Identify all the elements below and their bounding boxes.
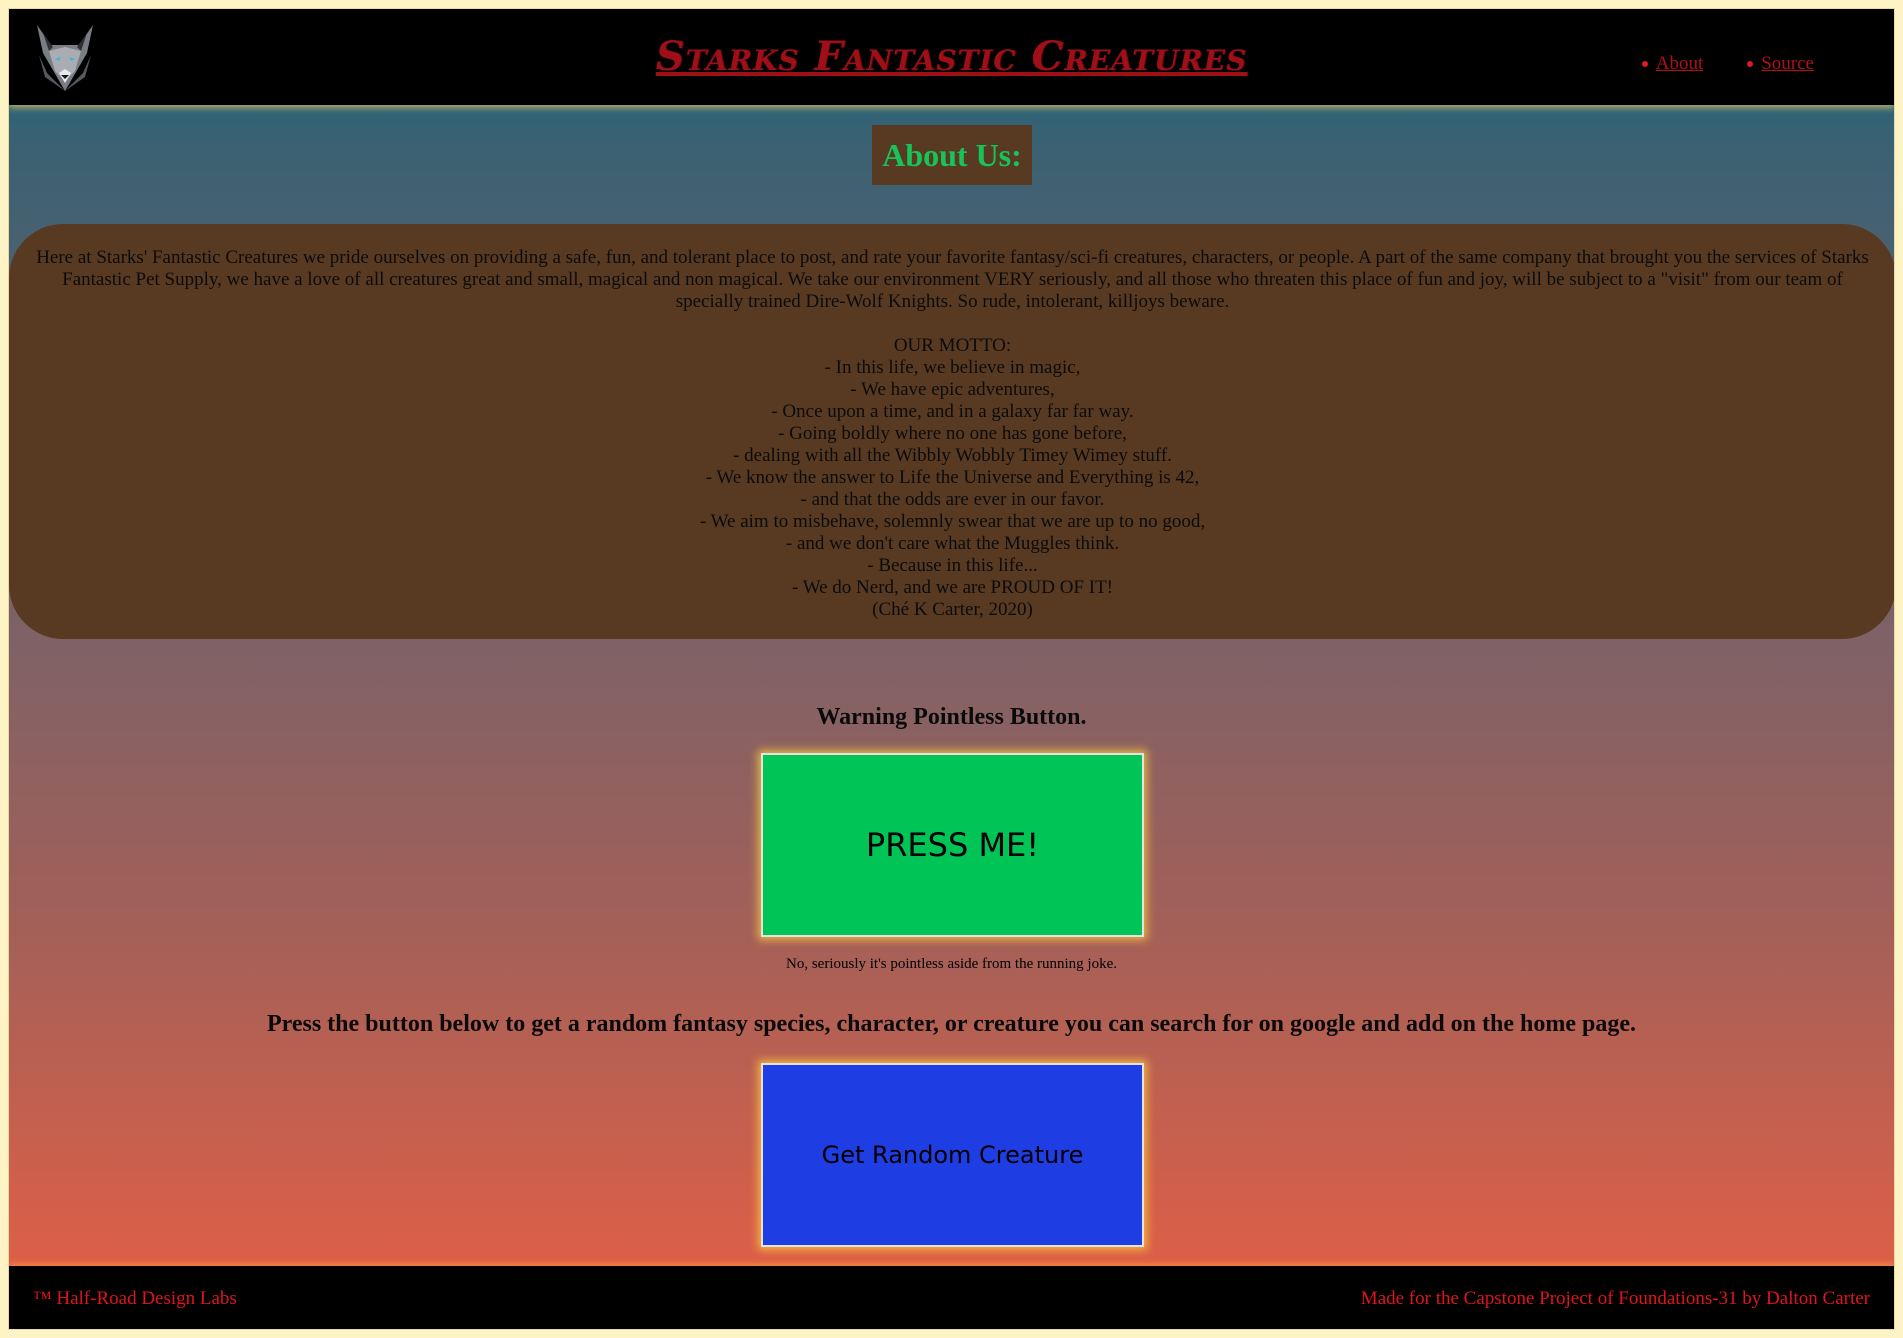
pointless-note: No, seriously it's pointless aside from … (786, 956, 1117, 972)
page-frame: Starks Fantastic Creatures About Source … (8, 8, 1895, 1330)
bullet-icon (1641, 61, 1648, 67)
about-paragraph: Here at Starks' Fantastic Creatures we p… (36, 247, 1869, 312)
motto-attribution: (Ché K Carter, 2020) (872, 599, 1033, 620)
main-nav: About Source (1641, 53, 1814, 75)
bullet-icon (1747, 61, 1754, 67)
motto-line: - We know the answer to Life the Univers… (705, 467, 1200, 488)
motto-line: - and we don't care what the Muggles thi… (785, 533, 1120, 554)
site-title: Starks Fantastic Creatures (655, 33, 1248, 80)
site-footer: ™ Half-Road Design Labs Made for the Cap… (9, 1266, 1894, 1329)
motto-line: - We have epic adventures, (850, 379, 1055, 400)
motto-line: - dealing with all the Wibbly Wobbly Tim… (733, 445, 1172, 466)
get-random-creature-button[interactable]: Get Random Creature (761, 1063, 1144, 1247)
motto-line: - and that the odds are ever in our favo… (800, 489, 1105, 510)
motto-line: - In this life, we believe in magic, (824, 357, 1081, 378)
about-panel: Here at Starks' Fantastic Creatures we p… (9, 224, 1894, 639)
motto-line: - Because in this life... (867, 555, 1038, 576)
about-heading: About Us: (872, 125, 1032, 185)
nav-item-about: About (1641, 53, 1704, 75)
motto-line: - We aim to misbehave, solemnly swear th… (699, 511, 1206, 532)
motto-line: - We do Nerd, and we are PROUD OF IT! (791, 577, 1114, 598)
footer-trademark: ™ Half-Road Design Labs (33, 1288, 237, 1309)
motto-line: - Once upon a time, and in a galaxy far … (771, 401, 1134, 422)
nav-link-about[interactable]: About (1656, 53, 1704, 75)
motto-title: OUR MOTTO: (893, 335, 1012, 356)
pointless-title: Warning Pointless Button. (816, 704, 1087, 730)
motto-block: OUR MOTTO: - In this life, we believe in… (33, 335, 1872, 621)
motto-line: - Going boldly where no one has gone bef… (778, 423, 1127, 444)
nav-item-source: Source (1747, 53, 1814, 75)
press-me-button[interactable]: PRESS ME! (761, 753, 1144, 937)
random-creature-instructions: Press the button below to get a random f… (266, 1011, 1637, 1037)
nav-link-source[interactable]: Source (1761, 53, 1814, 75)
footer-credit: Made for the Capstone Project of Foundat… (1360, 1288, 1870, 1309)
site-header: Starks Fantastic Creatures About Source (9, 9, 1894, 105)
